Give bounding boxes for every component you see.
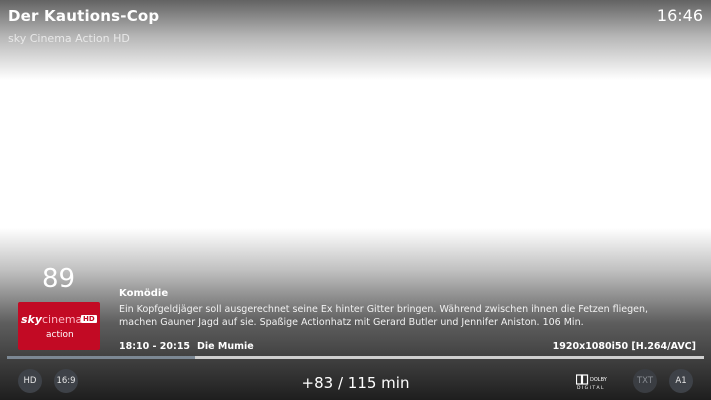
channel-logo: sky cinema HD action bbox=[18, 302, 100, 350]
audio-track-badge: A1 bbox=[669, 369, 693, 393]
program-title: Der Kautions-Cop bbox=[8, 7, 160, 25]
logo-name: cinema bbox=[42, 313, 83, 326]
dolby-digital-icon: DOLBY D I G I T A L bbox=[576, 374, 608, 390]
program-genre: Komödie bbox=[119, 288, 169, 299]
svg-text:DOLBY: DOLBY bbox=[590, 377, 608, 383]
logo-brand: sky bbox=[21, 313, 43, 326]
program-time-range: 18:10 - 20:15 bbox=[119, 341, 191, 352]
video-format: 1920x1080i50 [H.264/AVC] bbox=[552, 341, 696, 352]
channel-number: 89 bbox=[42, 264, 76, 294]
logo-sub: action bbox=[46, 330, 74, 340]
teletext-badge: TXT bbox=[633, 369, 657, 393]
svg-text:D I G I T A L: D I G I T A L bbox=[577, 385, 604, 390]
program-progress-bar bbox=[7, 356, 704, 359]
program-progress-fill bbox=[7, 356, 196, 359]
clock: 16:46 bbox=[656, 6, 703, 25]
program-description: Ein Kopfgeldjäger soll ausgerechnet sein… bbox=[119, 304, 649, 328]
logo-hd-badge: HD bbox=[81, 315, 97, 323]
channel-name: sky Cinema Action HD bbox=[8, 32, 130, 45]
next-program: Die Mumie bbox=[197, 341, 254, 352]
